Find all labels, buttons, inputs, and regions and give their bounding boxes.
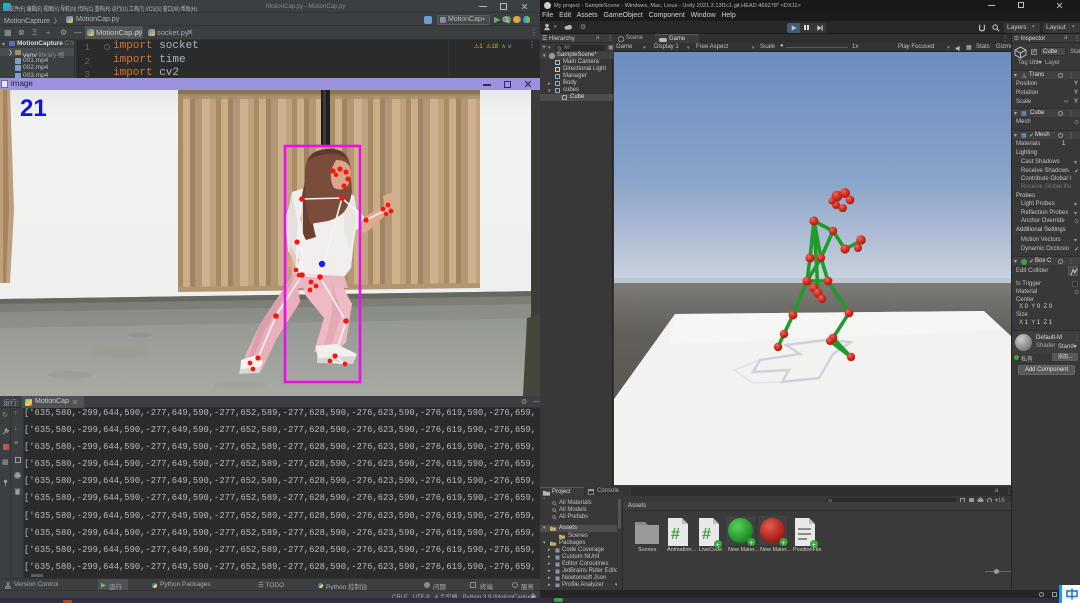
- svg-text:21: 21: [20, 95, 47, 122]
- svg-text:+: +: [781, 540, 785, 547]
- svg-text:#: #: [702, 526, 711, 543]
- svg-text:#: #: [671, 526, 680, 543]
- svg-text:+: +: [749, 540, 753, 547]
